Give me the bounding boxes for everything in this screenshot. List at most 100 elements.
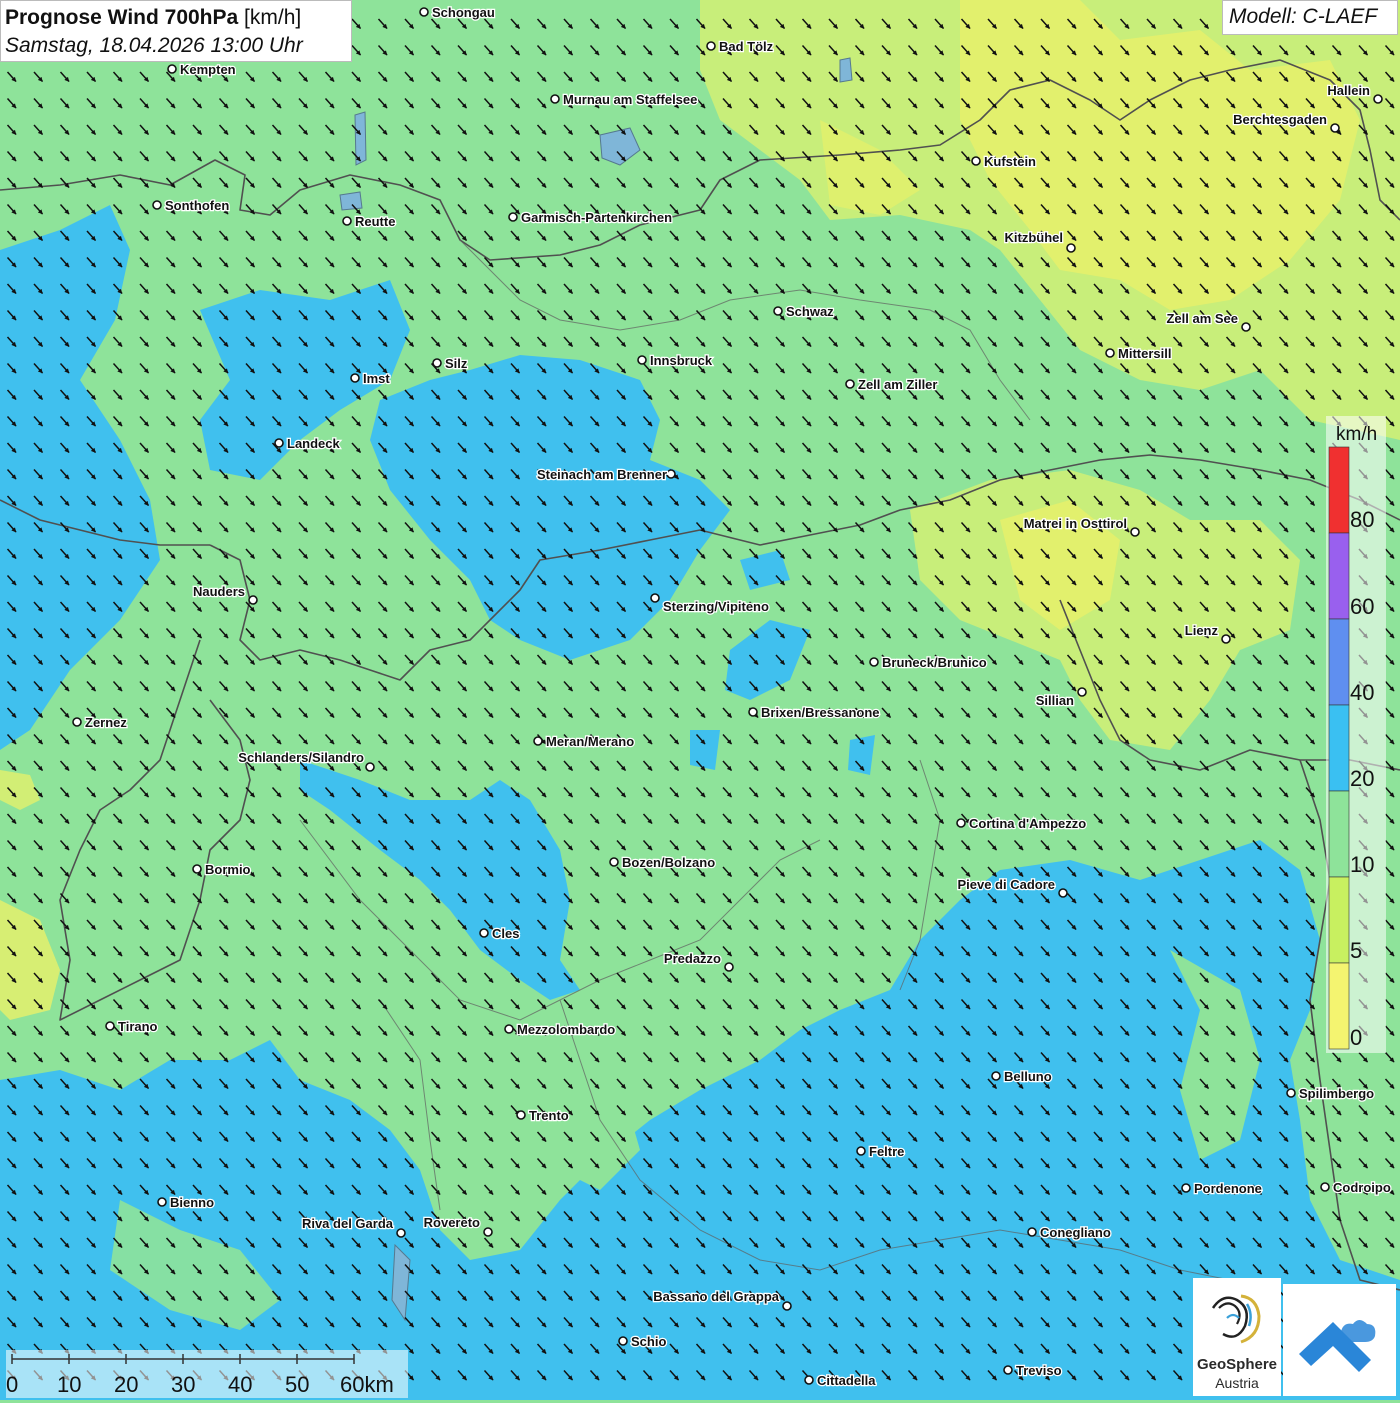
city-label: Schlanders/Silandro [238, 750, 364, 765]
city-label: Zell am Ziller [858, 377, 937, 392]
city-marker [1077, 687, 1087, 697]
scale-label: 0 [6, 1372, 18, 1397]
city-label: Murnau am Staffelsee [563, 92, 697, 107]
legend-label-20: 20 [1350, 766, 1374, 791]
city-label: Garmisch-Partenkirchen [521, 210, 672, 225]
legend-band-20 [1328, 704, 1350, 792]
legend-label-40: 40 [1350, 680, 1374, 705]
scale-label: 60km [340, 1372, 394, 1397]
color-legend: km/h 80 60 40 20 10 5 0 [1326, 416, 1386, 1053]
city-label: Schongau [432, 5, 495, 20]
city-marker [533, 736, 543, 746]
city-label: Reutte [355, 214, 395, 229]
city-marker [157, 1197, 167, 1207]
city-label: Cles [492, 926, 519, 941]
city-marker [248, 595, 258, 605]
city-label: Bormio [205, 862, 251, 877]
city-label: Feltre [869, 1144, 904, 1159]
mountain-cloud-icon [1299, 1320, 1376, 1372]
city-label: Rovereto [424, 1215, 480, 1230]
city-marker [1241, 322, 1251, 332]
city-marker [274, 438, 284, 448]
city-label: Conegliano [1040, 1225, 1111, 1240]
city-label: Bienno [170, 1195, 214, 1210]
title-box: Prognose Wind 700hPa [km/h] Samstag, 18.… [0, 0, 352, 62]
city-marker [1373, 94, 1383, 104]
city-label: Kufstein [984, 154, 1036, 169]
city-label: Hallein [1327, 83, 1370, 98]
model-label: Modell: C-LAEF [1222, 0, 1398, 35]
city-marker [724, 962, 734, 972]
city-marker [72, 717, 82, 727]
city-label: Mezzolombardo [517, 1022, 615, 1037]
legend-label-80: 80 [1350, 507, 1374, 532]
scale-label: 10 [57, 1372, 81, 1397]
city-marker [706, 41, 716, 51]
city-label: Kitzbühel [1005, 230, 1064, 245]
city-label: Bad Tölz [719, 39, 774, 54]
geosphere-logo[interactable]: GeoSphere Austria [1193, 1278, 1281, 1396]
city-label: Belluno [1004, 1069, 1052, 1084]
city-marker [1130, 527, 1140, 537]
city-label: Pordenone [1194, 1181, 1262, 1196]
city-label: Zernez [85, 715, 127, 730]
city-label: Riva del Garda [302, 1216, 394, 1231]
city-label: Sonthofen [165, 198, 229, 213]
city-marker [550, 94, 560, 104]
map-title: Prognose Wind 700hPa [5, 6, 239, 29]
city-label: Sterzing/Vipiteno [663, 599, 769, 614]
city-marker [419, 7, 429, 17]
city-marker [1320, 1182, 1330, 1192]
title-line: Prognose Wind 700hPa [km/h] [5, 6, 301, 30]
city-label: Nauders [193, 584, 245, 599]
legend-unit: km/h [1336, 424, 1377, 445]
city-marker [105, 1021, 115, 1031]
city-marker [666, 469, 676, 479]
city-label: Bassano del Grappa [653, 1289, 779, 1304]
city-label: Landeck [287, 436, 341, 451]
city-label: Matrei in Osttirol [1024, 516, 1127, 531]
city-marker [1066, 243, 1076, 253]
city-label: Schio [631, 1334, 666, 1349]
city-label: Imst [363, 371, 390, 386]
scale-label: 20 [114, 1372, 138, 1397]
city-marker [479, 928, 489, 938]
city-label: Codroipo [1333, 1180, 1391, 1195]
city-marker [1105, 348, 1115, 358]
city-marker [804, 1375, 814, 1385]
city-marker [773, 306, 783, 316]
city-marker [396, 1228, 406, 1238]
city-marker [971, 156, 981, 166]
city-label: Cortina d'Ampezzo [969, 816, 1086, 831]
city-marker [1003, 1365, 1013, 1375]
city-label: Bruneck/Brunico [882, 655, 987, 670]
city-label: Innsbruck [650, 353, 713, 368]
geosphere-emblem-icon [1211, 1294, 1261, 1344]
city-marker [782, 1301, 792, 1311]
city-marker [845, 379, 855, 389]
legend-band-0 [1328, 962, 1350, 1050]
city-marker [504, 1024, 514, 1034]
city-marker [1027, 1227, 1037, 1237]
wind-map[interactable]: km/h 80 60 40 20 10 5 0 Schongau Bad Tölz… [0, 0, 1400, 1400]
city-label: Predazzo [664, 951, 721, 966]
geosphere-logo-subtext: Austria [1215, 1375, 1259, 1391]
city-marker [1286, 1088, 1296, 1098]
city-label: Cittadella [817, 1373, 876, 1388]
legend-band-80 [1328, 446, 1350, 534]
city-label: Tirano [118, 1019, 158, 1034]
legend-band-5 [1328, 876, 1350, 964]
city-marker [618, 1336, 628, 1346]
city-marker [650, 593, 660, 603]
city-label: Mittersill [1118, 346, 1171, 361]
city-label: Steinach am Brenner [537, 467, 667, 482]
city-label: Schwaz [786, 304, 834, 319]
weather-app-logo[interactable] [1283, 1284, 1396, 1396]
legend-band-40 [1328, 618, 1350, 706]
legend-band-10 [1328, 790, 1350, 878]
city-label: Meran/Merano [546, 734, 634, 749]
title-unit: [km/h] [244, 6, 302, 29]
city-marker [1330, 123, 1340, 133]
city-marker [483, 1227, 493, 1237]
city-label: Berchtesgaden [1233, 112, 1327, 127]
